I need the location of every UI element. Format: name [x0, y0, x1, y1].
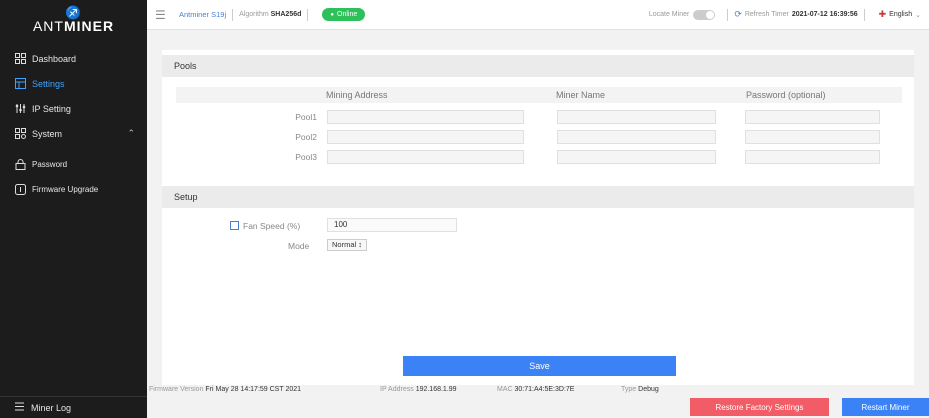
sidebar-item-label: Settings	[32, 78, 65, 89]
setup-title: Setup	[174, 192, 198, 202]
fan-speed-label: Fan Speed (%)	[243, 221, 301, 231]
refresh-timer-label: Refresh Timer	[744, 11, 789, 18]
pool2-name-input[interactable]	[557, 130, 716, 144]
sidebar-item-label: Firmware Upgrade	[32, 185, 99, 194]
firmware-value: Fri May 28 14:17:59 CST 2021	[205, 386, 302, 393]
top-header: ☰ Antminer S19j Algorithm SHA256d Online…	[147, 0, 929, 30]
settings-card: Pools Mining Address Miner Name Password…	[162, 50, 914, 385]
type-value: Debug	[638, 386, 659, 393]
column-miner-name: Miner Name	[556, 90, 606, 100]
sidebar: ♐ ANTMINER Dashboard Settings IP Setting…	[0, 0, 147, 418]
sidebar-item-settings[interactable]: Settings	[0, 71, 147, 96]
status-badge: Online	[322, 8, 366, 21]
save-button[interactable]: Save	[403, 356, 676, 376]
pool1-address-input[interactable]	[327, 110, 524, 124]
upgrade-icon	[14, 184, 26, 196]
footer: Firmware Version Fri May 28 14:17:59 CST…	[147, 378, 929, 418]
ip-label: IP Address	[380, 386, 414, 393]
refresh-timer-value: 2021-07-12 16:39:56	[791, 11, 858, 18]
pool1-label: Pool1	[295, 112, 317, 122]
header-controls: Locate Miner ⟳ Refresh Timer 2021-07-12 …	[648, 8, 921, 21]
type-label: Type	[621, 386, 637, 393]
pools-column-header: Mining Address Miner Name Password (opti…	[176, 87, 902, 103]
fan-speed-checkbox[interactable]	[230, 221, 239, 230]
algorithm-info: Algorithm SHA256d	[239, 11, 301, 18]
logo-prefix: ANT	[32, 18, 64, 34]
divider	[863, 8, 865, 21]
pool1-password-input[interactable]	[745, 110, 880, 124]
sidebar-item-firmware-upgrade[interactable]: Firmware Upgrade	[0, 177, 147, 202]
pool2-label: Pool2	[295, 132, 317, 142]
sidebar-item-label: IP Setting	[32, 103, 71, 114]
miner-model: Antminer S19j	[179, 10, 227, 19]
logo-mark: ♐	[65, 5, 82, 20]
divider	[727, 8, 729, 21]
pool3-password-input[interactable]	[745, 150, 880, 164]
system-icon	[14, 128, 26, 140]
sidebar-item-label: Dashboard	[32, 53, 77, 64]
chevron-down-icon[interactable]: ⌄	[915, 11, 921, 19]
fan-speed-input[interactable]: 100	[327, 218, 457, 232]
sidebar-item-system[interactable]: System ⌃	[0, 121, 147, 146]
pools-title: Pools	[174, 61, 197, 71]
algorithm-value: SHA256d	[270, 11, 302, 18]
main-content: Pools Mining Address Miner Name Password…	[147, 30, 929, 418]
pools-section-header: Pools	[162, 55, 914, 77]
sidebar-item-ip-setting[interactable]: IP Setting	[0, 96, 147, 121]
firmware-info: Firmware Version Fri May 28 14:17:59 CST…	[149, 386, 301, 393]
restart-miner-button[interactable]: Restart Miner	[842, 398, 929, 416]
locate-miner-toggle[interactable]	[693, 9, 716, 20]
locate-miner-label: Locate Miner	[648, 11, 690, 18]
algorithm-label: Algorithm	[239, 11, 269, 18]
divider	[307, 8, 309, 21]
mac-label: MAC	[497, 386, 513, 393]
antminer-logo: ♐ ANTMINER	[0, 0, 147, 42]
log-icon	[14, 401, 25, 414]
chevron-up-icon[interactable]: ⌃	[127, 128, 135, 139]
grid-icon	[14, 53, 26, 65]
sidebar-item-label: Password	[32, 160, 68, 169]
sidebar-item-miner-log[interactable]: Miner Log	[0, 396, 147, 418]
column-mining-address: Mining Address	[326, 90, 388, 100]
type-info: Type Debug	[621, 386, 659, 393]
ip-info: IP Address 192.168.1.99	[380, 386, 457, 393]
pool3-name-input[interactable]	[557, 150, 716, 164]
language-select[interactable]: English	[889, 11, 912, 18]
restore-factory-button[interactable]: Restore Factory Settings	[690, 398, 829, 416]
ip-value: 192.168.1.99	[415, 386, 457, 393]
pool3-label: Pool3	[295, 152, 317, 162]
miner-log-label: Miner Log	[31, 402, 72, 413]
pool3-address-input[interactable]	[327, 150, 524, 164]
divider	[232, 8, 234, 21]
logo-suffix: MINER	[63, 18, 115, 34]
uk-flag-icon: ✚	[878, 9, 887, 19]
sidebar-item-password[interactable]: Password	[0, 152, 147, 177]
settings-icon	[14, 78, 26, 90]
pool1-name-input[interactable]	[557, 110, 716, 124]
sidebar-item-dashboard[interactable]: Dashboard	[0, 46, 147, 71]
hamburger-menu-icon[interactable]: ☰	[155, 8, 169, 22]
pool2-address-input[interactable]	[327, 130, 524, 144]
sidebar-item-label: System	[32, 128, 63, 139]
mac-info: MAC 30:71:A4:5E:3D:7E	[497, 386, 574, 393]
firmware-label: Firmware Version	[149, 386, 204, 393]
pool2-password-input[interactable]	[745, 130, 880, 144]
logo-text: ANTMINER	[33, 18, 114, 34]
column-password: Password (optional)	[746, 90, 826, 100]
mode-label: Mode	[288, 241, 310, 251]
mode-select[interactable]: Normal ↕	[327, 239, 368, 251]
lock-icon	[14, 159, 26, 171]
network-icon	[14, 103, 26, 115]
refresh-icon[interactable]: ⟳	[734, 9, 742, 20]
mac-value: 30:71:A4:5E:3D:7E	[514, 386, 575, 393]
setup-section-header: Setup	[162, 186, 914, 208]
